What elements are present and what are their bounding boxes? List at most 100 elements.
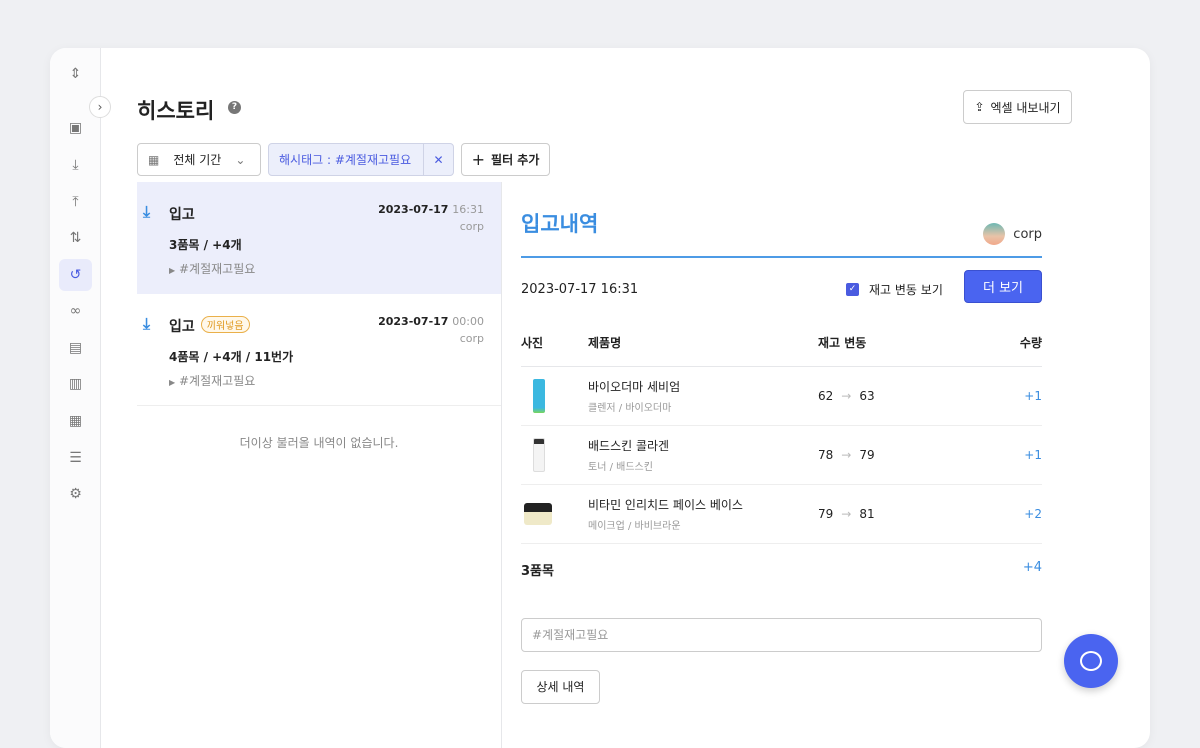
quantity: +1 (979, 425, 1042, 485)
export-excel-button[interactable]: ⇪ 엑셀 내보내기 (963, 90, 1072, 124)
table-row[interactable]: 비타민 인리치드 페이스 베이스메이크업 / 바비브라운 79 → 81 +2 (521, 484, 1042, 544)
list-item[interactable]: ⤓ 입고 2023-07-17 16:31 corp 3품목 / +4개 ▶ #… (137, 182, 501, 294)
item-summary: 3품목 / +4개 (169, 238, 242, 252)
table-row[interactable]: 바이오더마 세비엄클렌저 / 바이오더마 62 → 63 +1 (521, 366, 1042, 426)
column-header: 제품명 (588, 320, 818, 367)
page-title: 히스토리 (137, 99, 215, 123)
item-hashtag[interactable]: ▶ #계절재고필요 (169, 372, 255, 389)
time: 16:31 (452, 203, 484, 216)
checkbox-checked-icon: ✓ (846, 283, 859, 296)
arrow-right-icon: → (841, 506, 852, 521)
user-name: corp (1013, 226, 1042, 242)
table-row[interactable]: 배드스킨 콜라겐 토너 / 배드스킨 78 → 79 +1 (521, 425, 1042, 485)
period-select[interactable]: ▦ 전체 기간 ⌄ (137, 143, 261, 176)
hashtag: #계절재고필요 (178, 262, 256, 276)
product-image (524, 502, 552, 525)
hashtag-filter-label: 해시태그 : #계절재고필요 (279, 153, 412, 167)
link-icon[interactable]: ∞ (59, 295, 92, 327)
product-category: 토너 / 배드스킨 (588, 461, 653, 473)
detail-title: 입고내역 (521, 212, 599, 236)
export-label: 엑셀 내보내기 (990, 100, 1061, 115)
inbound-icon[interactable]: ⤓ (59, 149, 92, 181)
chat-icon (1080, 651, 1102, 671)
empty-message: 더이상 불러올 내역이 없습니다. (239, 436, 399, 450)
quantity: +1 (979, 366, 1042, 426)
stock-before: 79 (818, 506, 834, 521)
column-header: 재고 변동 (818, 320, 980, 367)
detail-history-button[interactable]: 상세 내역 (521, 669, 600, 704)
show-changes-checkbox[interactable]: ✓ 재고 변동 보기 (846, 281, 943, 298)
product-name: 비타민 인리치드 페이스 베이스 (588, 497, 743, 512)
hashtag: #계절재고필요 (178, 374, 256, 388)
history-list: ⤓ 입고 2023-07-17 16:31 corp 3품목 / +4개 ▶ #… (137, 182, 502, 748)
chevron-down-icon: ⌄ (235, 152, 246, 167)
plus-icon: + (471, 150, 486, 169)
detail-header: 입고내역 corp (521, 208, 1042, 258)
show-changes-label: 재고 변동 보기 (869, 283, 943, 297)
download-icon: ⤓ (143, 314, 151, 333)
sort-icon[interactable]: ⇕ (59, 58, 92, 90)
avatar (983, 223, 1006, 245)
user-info: corp (983, 223, 1042, 245)
column-header: 수량 (979, 320, 1042, 367)
stock-after: 63 (859, 388, 875, 403)
total-items: 3품목 (521, 563, 554, 579)
arrow-right-icon: → (841, 388, 852, 403)
add-filter-button[interactable]: + 필터 추가 (461, 143, 550, 176)
box-icon[interactable]: ▣ (59, 112, 92, 144)
more-button[interactable]: 더 보기 (964, 270, 1042, 303)
main-card: ⇕ ▣ ⤓ ⤒ ⇅ ↺ ∞ ▤ ▥ ▦ ☰ ⚙ › 히스토리 ? ⇪ 엑셀 내보내… (50, 48, 1150, 748)
hashtag-input[interactable]: #계절재고필요 (521, 617, 1042, 652)
history-icon[interactable]: ↺ (59, 259, 92, 291)
product-image (533, 378, 545, 413)
date: 2023-07-17 (378, 203, 449, 216)
stock-after: 81 (859, 506, 875, 521)
chat-button[interactable] (1064, 634, 1118, 688)
stock-before: 62 (818, 388, 834, 403)
item-type: 입고 끼워넣음 (169, 316, 250, 336)
item-hashtag[interactable]: ▶ #계절재고필요 (169, 260, 255, 277)
close-icon[interactable]: ✕ (423, 144, 453, 175)
date: 2023-07-17 (378, 315, 449, 328)
detail-datetime: 2023-07-17 16:31 (521, 282, 639, 297)
stock-before: 78 (818, 447, 834, 462)
total-quantity: +4 (1022, 559, 1042, 575)
download-icon: ⤓ (143, 202, 151, 221)
item-date: 2023-07-17 16:31 (378, 203, 484, 216)
product-image (533, 437, 545, 472)
list-item[interactable]: ⤓ 입고 끼워넣음 2023-07-17 00:00 corp 4품목 / +4개… (137, 294, 501, 406)
detail-panel: 입고내역 corp 2023-07-17 16:31 ✓ 재고 변동 보기 더 보… (521, 208, 1042, 704)
help-icon[interactable]: ? (228, 101, 241, 114)
list-icon[interactable]: ☰ (59, 442, 92, 474)
total-row: 3품목 +4 (521, 544, 1042, 604)
column-header: 사진 (521, 320, 588, 367)
item-summary: 4품목 / +4개 / 11번가 (169, 350, 294, 364)
chart-icon[interactable]: ▥ (59, 368, 92, 400)
document-icon[interactable]: ▤ (59, 332, 92, 364)
product-category: 클렌저 / 바이오더마 (588, 402, 672, 414)
hashtag-filter-chip[interactable]: 해시태그 : #계절재고필요 ✕ (268, 143, 454, 176)
outbound-icon[interactable]: ⤒ (59, 186, 92, 218)
item-user: corp (459, 220, 484, 233)
export-icon: ⇪ (974, 100, 985, 114)
product-category: 메이크업 / 바비브라운 (588, 520, 681, 532)
product-name: 배드스킨 콜라겐 (588, 438, 670, 453)
type: 입고 (169, 319, 195, 335)
item-user: corp (459, 332, 484, 345)
sidebar: ⇕ ▣ ⤓ ⤒ ⇅ ↺ ∞ ▤ ▥ ▦ ☰ ⚙ (50, 48, 101, 748)
arrow-right-icon: → (841, 447, 852, 462)
time: 00:00 (452, 315, 484, 328)
barcode-icon[interactable]: ▦ (59, 405, 92, 437)
item-type: 입고 (169, 207, 195, 223)
sidebar-expand-button[interactable]: › (89, 96, 111, 118)
item-date: 2023-07-17 00:00 (378, 315, 484, 328)
transfer-icon[interactable]: ⇅ (59, 222, 92, 254)
quantity: +2 (979, 484, 1042, 544)
period-value: 전체 기간 (173, 153, 222, 167)
product-name: 바이오더마 세비엄 (588, 379, 681, 394)
settings-icon[interactable]: ⚙ (59, 478, 92, 510)
inserted-badge: 끼워넣음 (200, 316, 250, 333)
add-filter-label: 필터 추가 (491, 153, 540, 167)
items-table: 사진 제품명 재고 변동 수량 바이오더마 세비엄클렌저 / 바이오더마 62 →… (521, 320, 1042, 544)
calendar-icon: ▦ (148, 152, 160, 167)
